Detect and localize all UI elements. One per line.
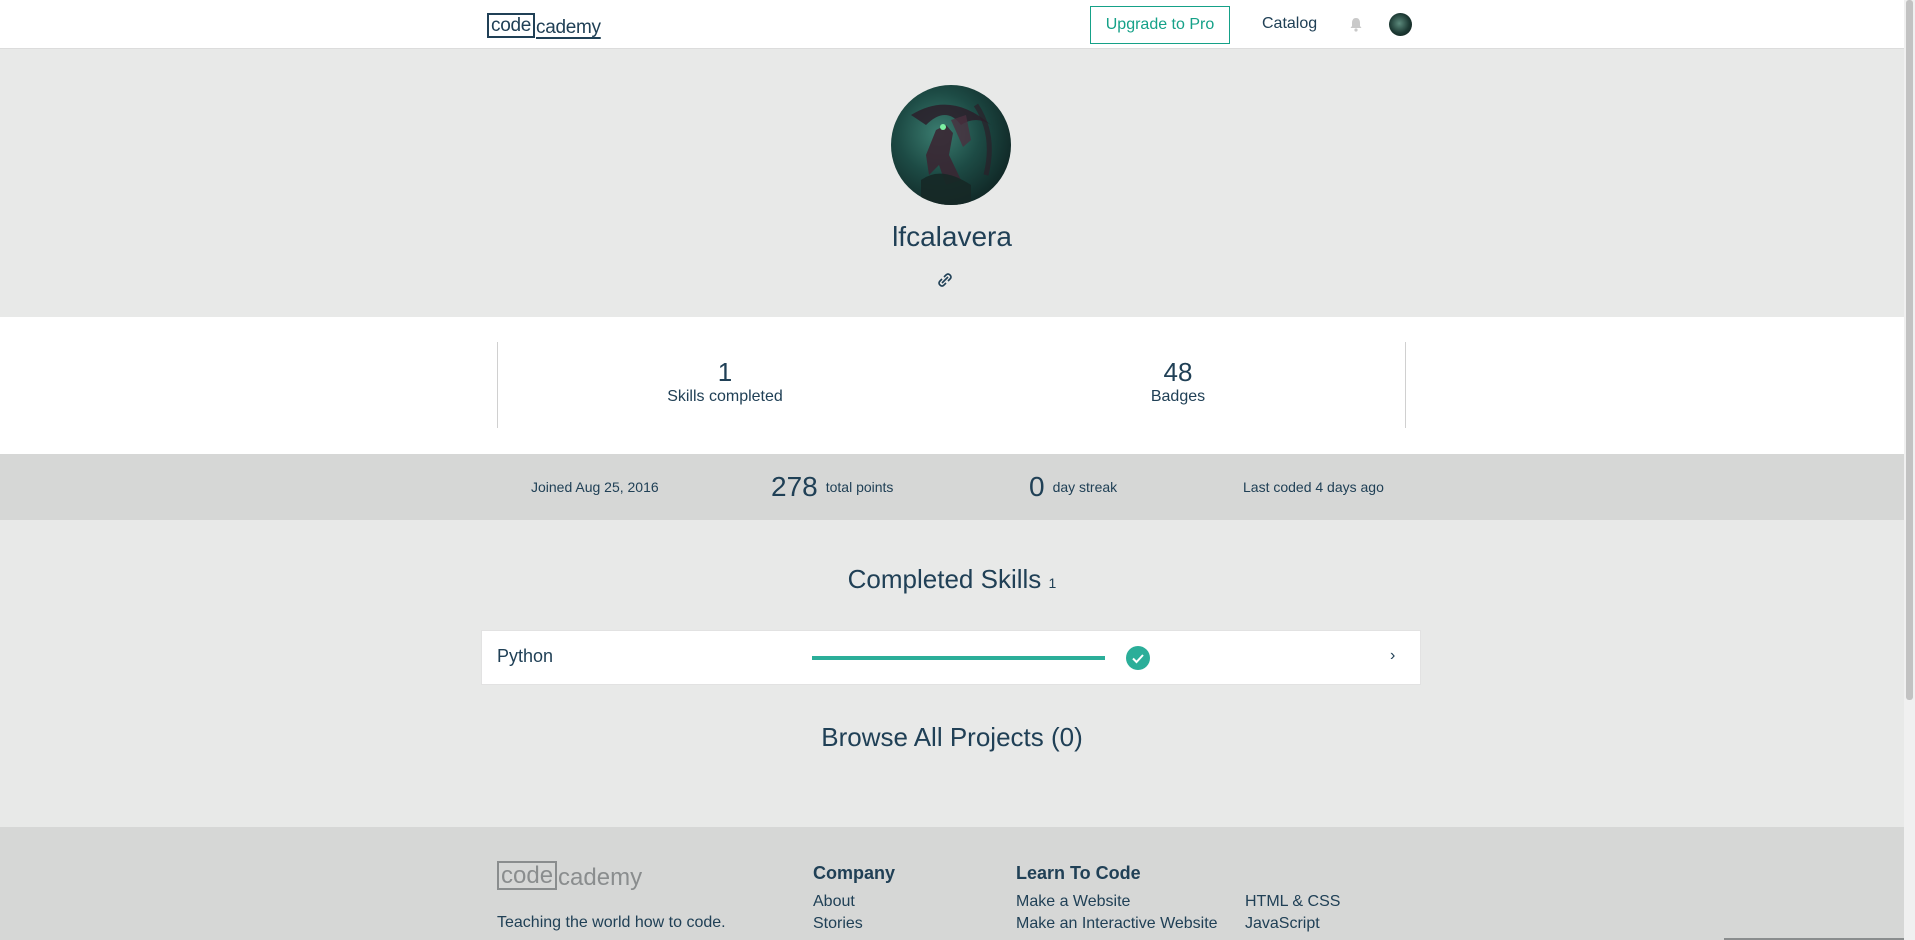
divider [497, 342, 498, 428]
profile-username: lfcalavera [892, 221, 1012, 252]
footer-link-make-website[interactable]: Make a Website [1016, 893, 1130, 911]
scrollbar-thumb[interactable] [1906, 0, 1913, 700]
total-points-stat: 278 total points [771, 454, 893, 520]
logo-rest-text: cademy [536, 17, 601, 38]
skills-completed-label: Skills completed [667, 388, 783, 405]
last-coded-text: Last coded 4 days ago [1243, 479, 1384, 495]
avatar-artwork [911, 103, 992, 205]
divider [1405, 342, 1406, 428]
footer-link-javascript[interactable]: JavaScript [1245, 915, 1320, 933]
skills-completed-value: 1 [717, 357, 733, 387]
day-streak-value: 0 [1029, 471, 1045, 502]
footer-link-stories[interactable]: Stories [813, 915, 863, 933]
footer-link-about[interactable]: About [813, 893, 855, 911]
footer-codecademy-logo[interactable]: code cademy [497, 861, 642, 890]
footer-tagline: Teaching the world how to code. [497, 914, 726, 931]
user-avatar-menu[interactable] [1389, 13, 1412, 36]
stats-bar: Joined Aug 25, 2016 278 total points 0 d… [0, 454, 1904, 520]
joined-stat: Joined Aug 25, 2016 [531, 454, 659, 520]
upgrade-to-pro-button[interactable]: Upgrade to Pro [1090, 6, 1230, 44]
badges-label: Badges [1150, 388, 1206, 405]
profile-avatar [891, 85, 1011, 205]
last-coded-stat: Last coded 4 days ago [1243, 454, 1384, 520]
badges-value: 48 [1163, 357, 1193, 387]
codecademy-logo[interactable]: code cademy [487, 13, 601, 38]
catalog-link[interactable]: Catalog [1262, 15, 1317, 33]
completed-skills-title: Completed Skills [847, 564, 1042, 594]
completed-skills-count: 1 [1048, 575, 1057, 591]
share-link-icon[interactable] [937, 272, 953, 288]
profile-counts: 1 Skills completed 48 Badges [0, 317, 1904, 454]
skill-progress-bar [812, 656, 1105, 660]
logo-boxed-text: code [487, 13, 536, 38]
footer-company-title: Company [813, 863, 896, 883]
chevron-right-icon[interactable]: › [1390, 647, 1395, 665]
footer-link-interactive-website[interactable]: Make an Interactive Website [1016, 915, 1218, 933]
skill-row-python[interactable]: Python › [481, 630, 1421, 685]
skill-name: Python [497, 646, 554, 666]
check-circle-icon [1126, 646, 1150, 670]
footer-logo-rest-text: cademy [558, 864, 643, 891]
top-nav: code cademy Upgrade to Pro Catalog [0, 0, 1904, 49]
completed-skills-heading: Completed Skills 1 [0, 564, 1904, 595]
bell-icon[interactable] [1349, 17, 1363, 32]
total-points-value: 278 [771, 471, 818, 502]
browse-projects-heading[interactable]: Browse All Projects (0) [0, 722, 1904, 753]
skills-completed-count: 1 Skills completed [605, 357, 845, 407]
day-streak-stat: 0 day streak [1029, 454, 1117, 520]
skill-progress-fill [812, 656, 1105, 660]
badges-count: 48 Badges [1058, 357, 1298, 407]
joined-text: Joined Aug 25, 2016 [531, 479, 659, 495]
day-streak-label: day streak [1052, 479, 1118, 495]
page-scrollbar[interactable] [1904, 0, 1915, 940]
footer-link-html-css[interactable]: HTML & CSS [1245, 893, 1340, 911]
footer-logo-boxed-text: code [497, 861, 558, 890]
total-points-label: total points [825, 479, 894, 495]
footer: code cademy Teaching the world how to cod… [0, 827, 1904, 940]
footer-learn-title: Learn To Code [1016, 863, 1141, 883]
